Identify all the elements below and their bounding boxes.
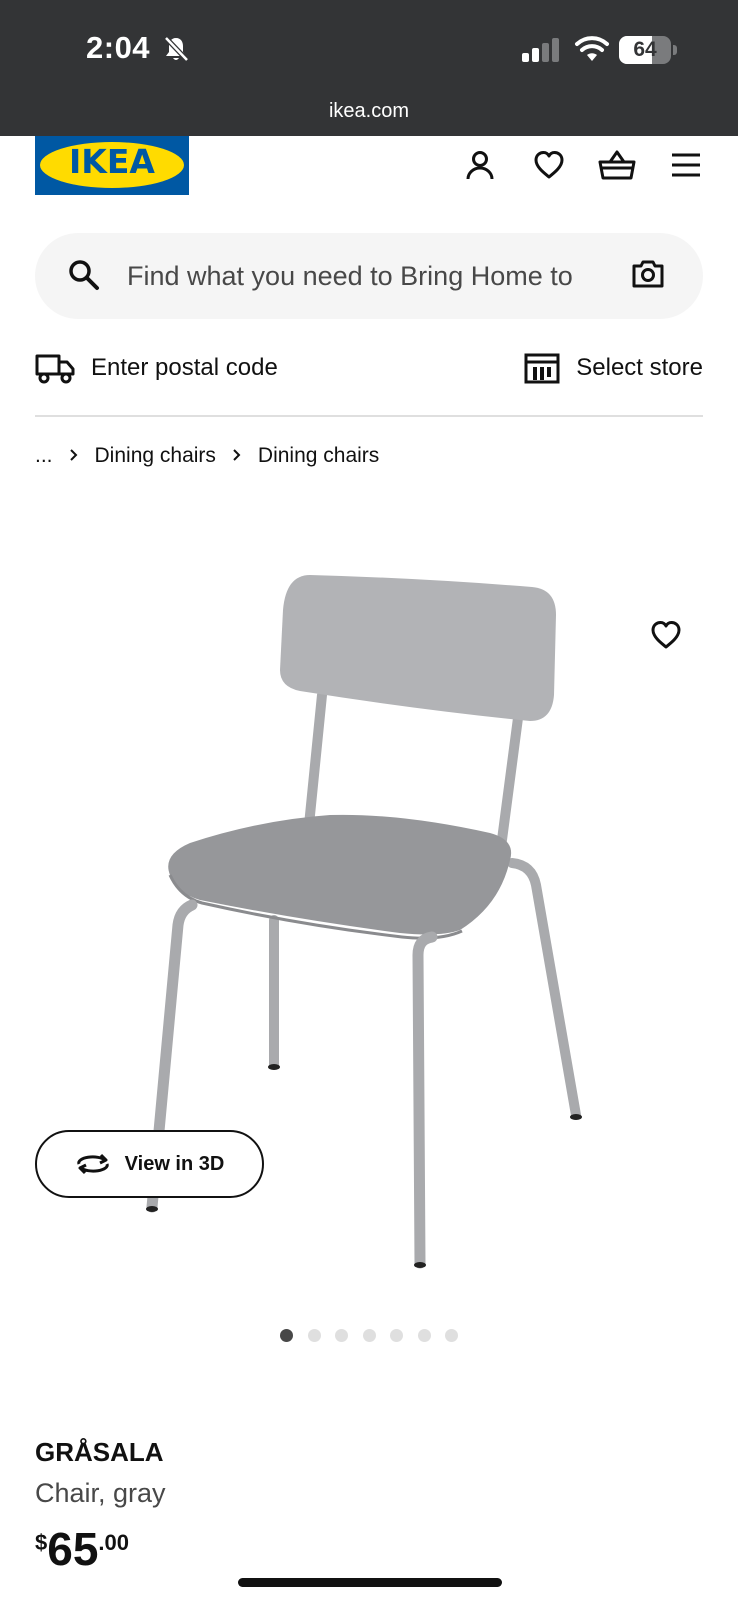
chevron-right-icon — [69, 444, 79, 468]
product-name: GRÅSALA — [35, 1437, 164, 1467]
signal-icon — [522, 38, 559, 62]
home-indicator[interactable] — [238, 1578, 502, 1587]
account-icon[interactable] — [460, 145, 500, 185]
menu-icon[interactable] — [666, 145, 706, 185]
postal-code-button[interactable]: Enter postal code — [35, 350, 278, 386]
breadcrumb: ... Dining chairs Dining chairs — [35, 444, 379, 468]
product-description: Chair, gray — [35, 1478, 166, 1508]
divider — [35, 415, 703, 417]
breadcrumb-ellipsis[interactable]: ... — [35, 444, 53, 468]
search-input[interactable]: Find what you need to Bring Home to — [127, 261, 647, 292]
status-bar: 2:04 64 ikea.com — [0, 0, 738, 136]
carousel-dot[interactable] — [280, 1329, 293, 1342]
battery-percent: 64 — [633, 38, 657, 61]
shopping-basket-icon[interactable] — [597, 145, 637, 185]
chevron-right-icon — [232, 444, 242, 468]
product-price: $ 65 .00 — [35, 1526, 129, 1572]
ikea-logo[interactable]: IKEA — [35, 136, 189, 195]
add-to-favorites-icon[interactable] — [650, 620, 682, 650]
price-currency: $ — [35, 1530, 48, 1555]
breadcrumb-dining-chairs[interactable]: Dining chairs — [95, 444, 216, 468]
search-icon — [69, 260, 99, 290]
logo-text: IKEA — [69, 142, 155, 181]
price-main: 65 — [47, 1523, 99, 1575]
image-carousel-dots — [280, 1329, 473, 1342]
breadcrumb-current[interactable]: Dining chairs — [258, 444, 379, 468]
url-bar[interactable]: ikea.com — [0, 100, 738, 123]
carousel-dot[interactable] — [390, 1329, 403, 1342]
rotate-3d-icon — [76, 1153, 109, 1175]
select-store-label: Select store — [576, 354, 703, 381]
postal-code-label: Enter postal code — [91, 354, 278, 381]
carousel-dot[interactable] — [417, 1329, 431, 1342]
wifi-icon — [575, 36, 609, 61]
battery-icon: 64 — [619, 36, 671, 64]
carousel-dot[interactable] — [445, 1329, 458, 1342]
carousel-dot[interactable] — [362, 1329, 376, 1342]
view-in-3d-label: View in 3D — [124, 1152, 225, 1175]
view-in-3d-button[interactable]: View in 3D — [35, 1130, 264, 1198]
price-decimal: .00 — [98, 1530, 130, 1555]
select-store-button[interactable]: Select store — [524, 350, 703, 386]
search-bar[interactable]: Find what you need to Bring Home to — [35, 233, 703, 319]
status-time: 2:04 — [86, 30, 151, 65]
heart-icon[interactable] — [529, 145, 569, 185]
camera-icon[interactable] — [631, 258, 665, 290]
store-icon — [524, 353, 560, 384]
bell-slash-icon — [164, 36, 189, 62]
delivery-truck-icon — [35, 354, 75, 384]
battery-tip — [673, 45, 677, 55]
carousel-dot[interactable] — [307, 1329, 321, 1342]
carousel-dot[interactable] — [335, 1329, 348, 1342]
